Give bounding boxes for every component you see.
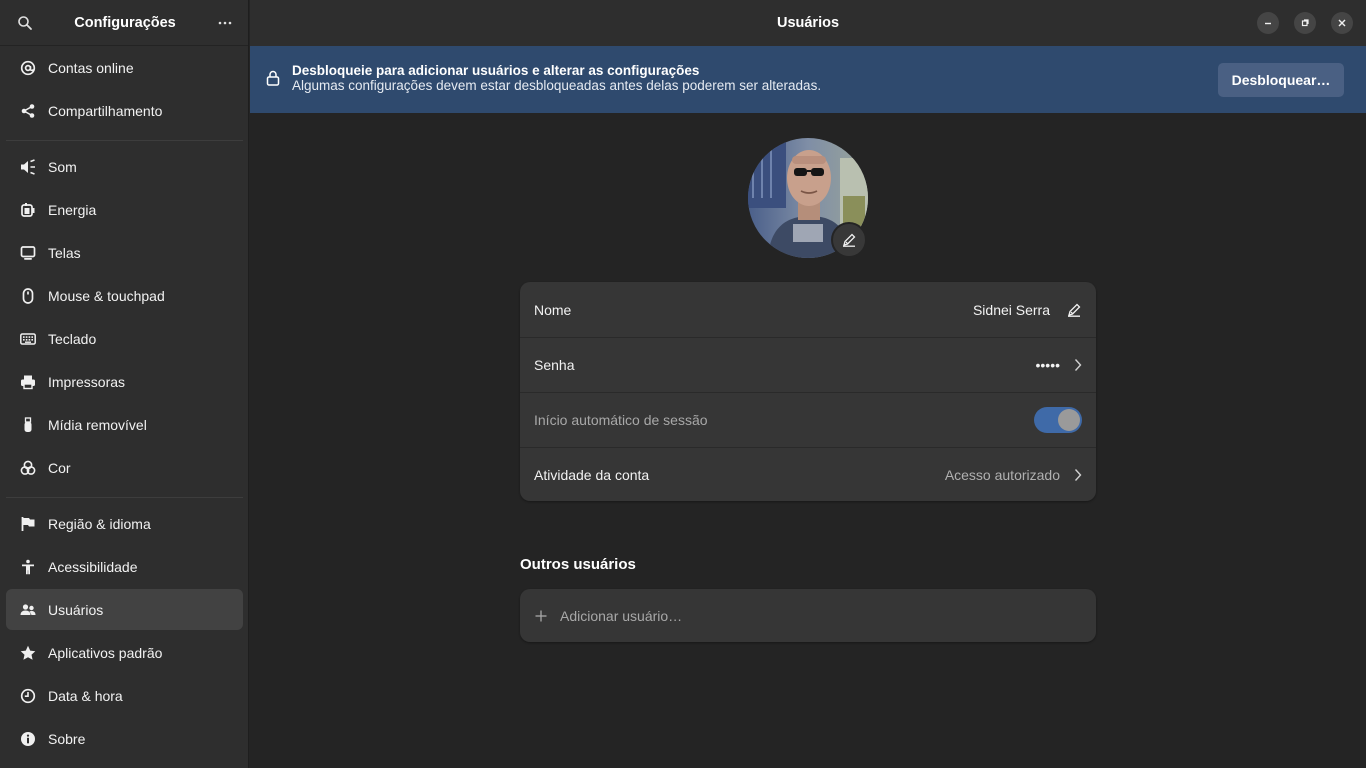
password-value: ••••• <box>1035 357 1060 373</box>
sidebar-item-online-accounts[interactable]: Contas online <box>6 47 243 88</box>
sidebar-item-about[interactable]: Sobre <box>6 718 243 759</box>
restore-icon <box>1301 19 1309 27</box>
at-icon <box>19 59 37 77</box>
sidebar-item-printers[interactable]: Impressoras <box>6 361 243 402</box>
sidebar-item-label: Região & idioma <box>48 515 151 532</box>
search-button[interactable] <box>14 12 36 34</box>
minimize-button[interactable] <box>1257 12 1279 34</box>
sidebar-item-date-time[interactable]: Data & hora <box>6 675 243 716</box>
printer-icon <box>19 373 37 391</box>
color-icon <box>19 459 37 477</box>
sidebar-item-default-apps[interactable]: Aplicativos padrão <box>6 632 243 673</box>
clock-icon <box>19 687 37 705</box>
sidebar-item-label: Mouse & touchpad <box>48 287 165 304</box>
sidebar-item-label: Data & hora <box>48 687 123 704</box>
sidebar-item-label: Aplicativos padrão <box>48 644 163 661</box>
edit-icon <box>1068 303 1081 317</box>
other-users-title: Outros usuários <box>520 556 636 573</box>
edit-icon <box>843 233 856 247</box>
sidebar-item-label: Teclado <box>48 330 97 347</box>
sidebar-item-label: Acessibilidade <box>48 558 138 575</box>
users-icon <box>19 601 37 619</box>
sidebar-item-region[interactable]: Região & idioma <box>6 503 243 544</box>
search-icon <box>18 15 32 30</box>
banner-subtitle: Algumas configurações devem estar desblo… <box>292 78 822 93</box>
flag-icon <box>19 515 37 533</box>
sidebar-divider <box>6 140 243 141</box>
sidebar-item-keyboard[interactable]: Teclado <box>6 318 243 359</box>
plus-icon <box>534 609 548 623</box>
menu-button[interactable] <box>214 12 236 34</box>
autologin-row: Início automático de sessão <box>520 392 1096 447</box>
edit-avatar-button[interactable] <box>831 222 867 258</box>
sidebar-header: Configurações <box>0 0 248 46</box>
mouse-icon <box>19 287 37 305</box>
star-icon <box>19 644 37 662</box>
sidebar-item-label: Cor <box>48 459 71 476</box>
sidebar: Configurações Contas online Compartilham… <box>0 0 249 768</box>
banner-title: Desbloqueie para adicionar usuários e al… <box>292 63 700 78</box>
unlock-banner: Desbloqueie para adicionar usuários e al… <box>250 46 1366 113</box>
minimize-icon <box>1265 22 1271 25</box>
sidebar-title: Configurações <box>74 14 176 31</box>
sidebar-item-label: Impressoras <box>48 373 126 390</box>
sidebar-item-sound[interactable]: Som <box>6 146 243 187</box>
chevron-right-icon <box>1074 358 1082 372</box>
password-label: Senha <box>534 357 575 373</box>
lock-icon <box>266 70 280 89</box>
account-activity-value: Acesso autorizado <box>944 467 1060 483</box>
share-icon <box>19 102 37 120</box>
add-user-label: Adicionar usuário… <box>560 607 683 624</box>
sidebar-item-label: Telas <box>48 244 81 261</box>
sidebar-item-label: Som <box>48 158 77 175</box>
account-activity-label: Atividade da conta <box>534 467 650 483</box>
sidebar-item-color[interactable]: Cor <box>6 447 243 488</box>
account-activity-row[interactable]: Atividade da conta Acesso autorizado <box>520 447 1096 501</box>
close-icon <box>1338 19 1346 27</box>
sidebar-item-users[interactable]: Usuários <box>6 589 243 630</box>
keyboard-icon <box>19 330 37 348</box>
toggle-knob <box>1058 409 1080 431</box>
usb-icon <box>19 416 37 434</box>
speaker-icon <box>19 158 37 176</box>
close-button[interactable] <box>1331 12 1353 34</box>
battery-icon <box>19 201 37 219</box>
sidebar-item-label: Sobre <box>48 730 86 747</box>
more-icon <box>218 21 232 24</box>
user-details-card: Nome Sidnei Serra Senha ••••• Início aut… <box>520 282 1096 501</box>
accessibility-icon <box>19 558 37 576</box>
sidebar-item-sharing[interactable]: Compartilhamento <box>6 90 243 131</box>
sidebar-item-label: Energia <box>48 201 97 218</box>
add-user-button[interactable]: Adicionar usuário… <box>520 589 1096 642</box>
maximize-button[interactable] <box>1294 12 1316 34</box>
main-header: Usuários <box>250 0 1366 46</box>
banner-texts: Desbloqueie para adicionar usuários e al… <box>292 63 821 94</box>
autologin-label: Início automático de sessão <box>534 412 708 428</box>
sidebar-divider <box>6 497 243 498</box>
sidebar-item-label: Usuários <box>48 601 104 618</box>
sidebar-item-power[interactable]: Energia <box>6 189 243 230</box>
name-row[interactable]: Nome Sidnei Serra <box>520 282 1096 337</box>
password-row[interactable]: Senha ••••• <box>520 337 1096 392</box>
sidebar-item-displays[interactable]: Telas <box>6 232 243 273</box>
unlock-button[interactable]: Desbloquear… <box>1218 63 1344 97</box>
sidebar-item-label: Contas online <box>48 59 134 76</box>
display-icon <box>19 244 37 262</box>
name-value: Sidnei Serra <box>972 301 1050 318</box>
sidebar-item-accessibility[interactable]: Acessibilidade <box>6 546 243 587</box>
edit-name-button[interactable] <box>1066 302 1082 318</box>
chevron-right-icon <box>1074 468 1082 482</box>
autologin-toggle[interactable] <box>1034 407 1082 433</box>
name-label: Nome <box>534 301 572 318</box>
sidebar-item-mouse[interactable]: Mouse & touchpad <box>6 275 243 316</box>
page-title: Usuários <box>776 15 840 31</box>
sidebar-item-label: Compartilhamento <box>48 102 163 119</box>
sidebar-item-removable-media[interactable]: Mídia removível <box>6 404 243 445</box>
sidebar-item-label: Mídia removível <box>48 416 147 433</box>
info-icon <box>19 730 37 748</box>
